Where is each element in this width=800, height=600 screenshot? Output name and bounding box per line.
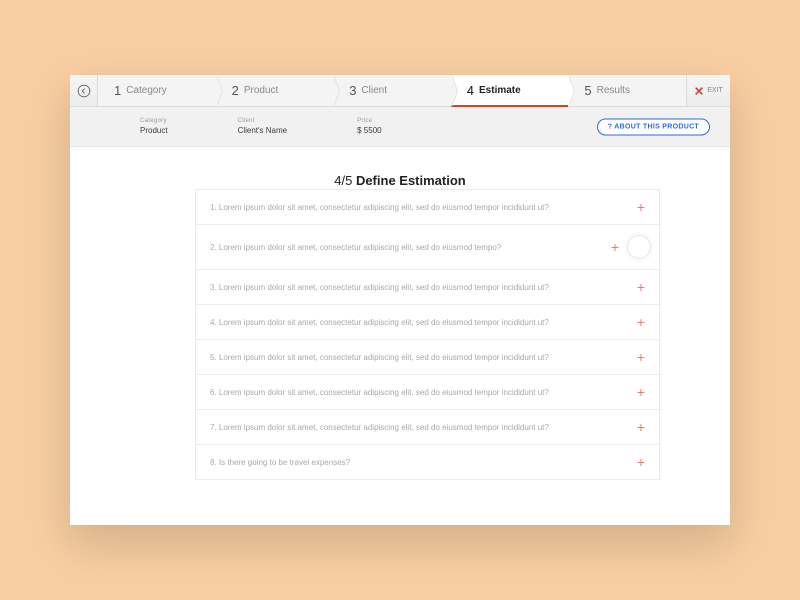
summary-value: Client's Name [238,126,288,135]
exit-label: EXIT [707,87,723,94]
title-prefix: 4/5 [334,173,356,188]
plus-icon: + [637,385,645,399]
summary-key: Category [140,118,168,124]
question-row[interactable]: 3. Lorem ipsum dolor sit amet, consectet… [195,270,660,305]
chevron-right-icon [216,75,222,107]
summary-price: Price $ 5500 [357,118,381,135]
step-label: Results [597,85,630,96]
step-category[interactable]: 1 Category [98,75,216,106]
step-number: 5 [584,83,591,98]
summary-value: $ 5500 [357,126,381,135]
question-text: 1. Lorem ipsum dolor sit amet, consectet… [210,203,549,212]
step-label: Client [361,85,387,96]
question-text: 6. Lorem ipsum dolor sit amet, consectet… [210,388,549,397]
question-text: 5. Lorem ipsum dolor sit amet, consectet… [210,353,549,362]
step-label: Category [126,85,167,96]
question-row[interactable]: 7. Lorem ipsum dolor sit amet, consectet… [195,410,660,445]
plus-icon: + [637,200,645,214]
stepper-bar: 1 Category 2 Product 3 Client 4 Estimate… [70,75,730,107]
app-window: 1 Category 2 Product 3 Client 4 Estimate… [70,75,730,525]
question-list: 1. Lorem ipsum dolor sit amet, consectet… [195,189,660,480]
summary-category: Category Product [140,118,168,135]
step-number: 1 [114,83,121,98]
question-row[interactable]: 1. Lorem ipsum dolor sit amet, consectet… [195,189,660,225]
exit-button[interactable]: EXIT [686,75,730,106]
plus-icon: + [637,455,645,469]
title-text: Define Estimation [356,173,466,188]
question-text: 4. Lorem ipsum dolor sit amet, consectet… [210,318,549,327]
plus-icon: + [637,350,645,364]
summary-bar: Category Product Client Client's Name Pr… [70,107,730,147]
plus-icon: + [637,280,645,294]
step-number: 3 [349,83,356,98]
question-row[interactable]: 8. Is there going to be travel expenses?… [195,445,660,480]
plus-icon: + [611,240,619,254]
question-row[interactable]: 4. Lorem ipsum dolor sit amet, consectet… [195,305,660,340]
arrow-left-icon [77,84,91,98]
question-text: 2. Lorem ipsum dolor sit amet, consectet… [210,243,501,252]
step-results[interactable]: 5 Results [568,75,686,106]
step-product[interactable]: 2 Product [216,75,334,106]
step-label: Estimate [479,85,521,96]
page-title: 4/5 Define Estimation [70,173,730,188]
main-panel: 4/5 Define Estimation 1. Lorem ipsum dol… [70,147,730,525]
summary-client: Client Client's Name [238,118,288,135]
step-number: 4 [467,83,474,98]
step-label: Product [244,85,278,96]
close-icon [694,86,704,96]
question-row[interactable]: 5. Lorem ipsum dolor sit amet, consectet… [195,340,660,375]
plus-icon: + [637,315,645,329]
about-product-button[interactable]: ? ABOUT THIS PRODUCT [597,118,710,135]
summary-key: Price [357,118,381,124]
step-client[interactable]: 3 Client [333,75,451,106]
chevron-right-icon [333,75,339,107]
plus-icon: + [637,420,645,434]
question-text: 7. Lorem ipsum dolor sit amet, consectet… [210,423,549,432]
chevron-right-icon [451,75,457,107]
step-estimate[interactable]: 4 Estimate [451,75,569,106]
question-row[interactable]: 2. Lorem ipsum dolor sit amet, consectet… [195,225,660,270]
question-text: 3. Lorem ipsum dolor sit amet, consectet… [210,283,549,292]
back-button[interactable] [70,75,98,106]
ripple-indicator [627,235,651,259]
chevron-right-icon [568,75,574,107]
question-row[interactable]: 6. Lorem ipsum dolor sit amet, consectet… [195,375,660,410]
summary-key: Client [238,118,288,124]
step-number: 2 [232,83,239,98]
summary-value: Product [140,126,168,135]
question-text: 8. Is there going to be travel expenses? [210,458,350,467]
